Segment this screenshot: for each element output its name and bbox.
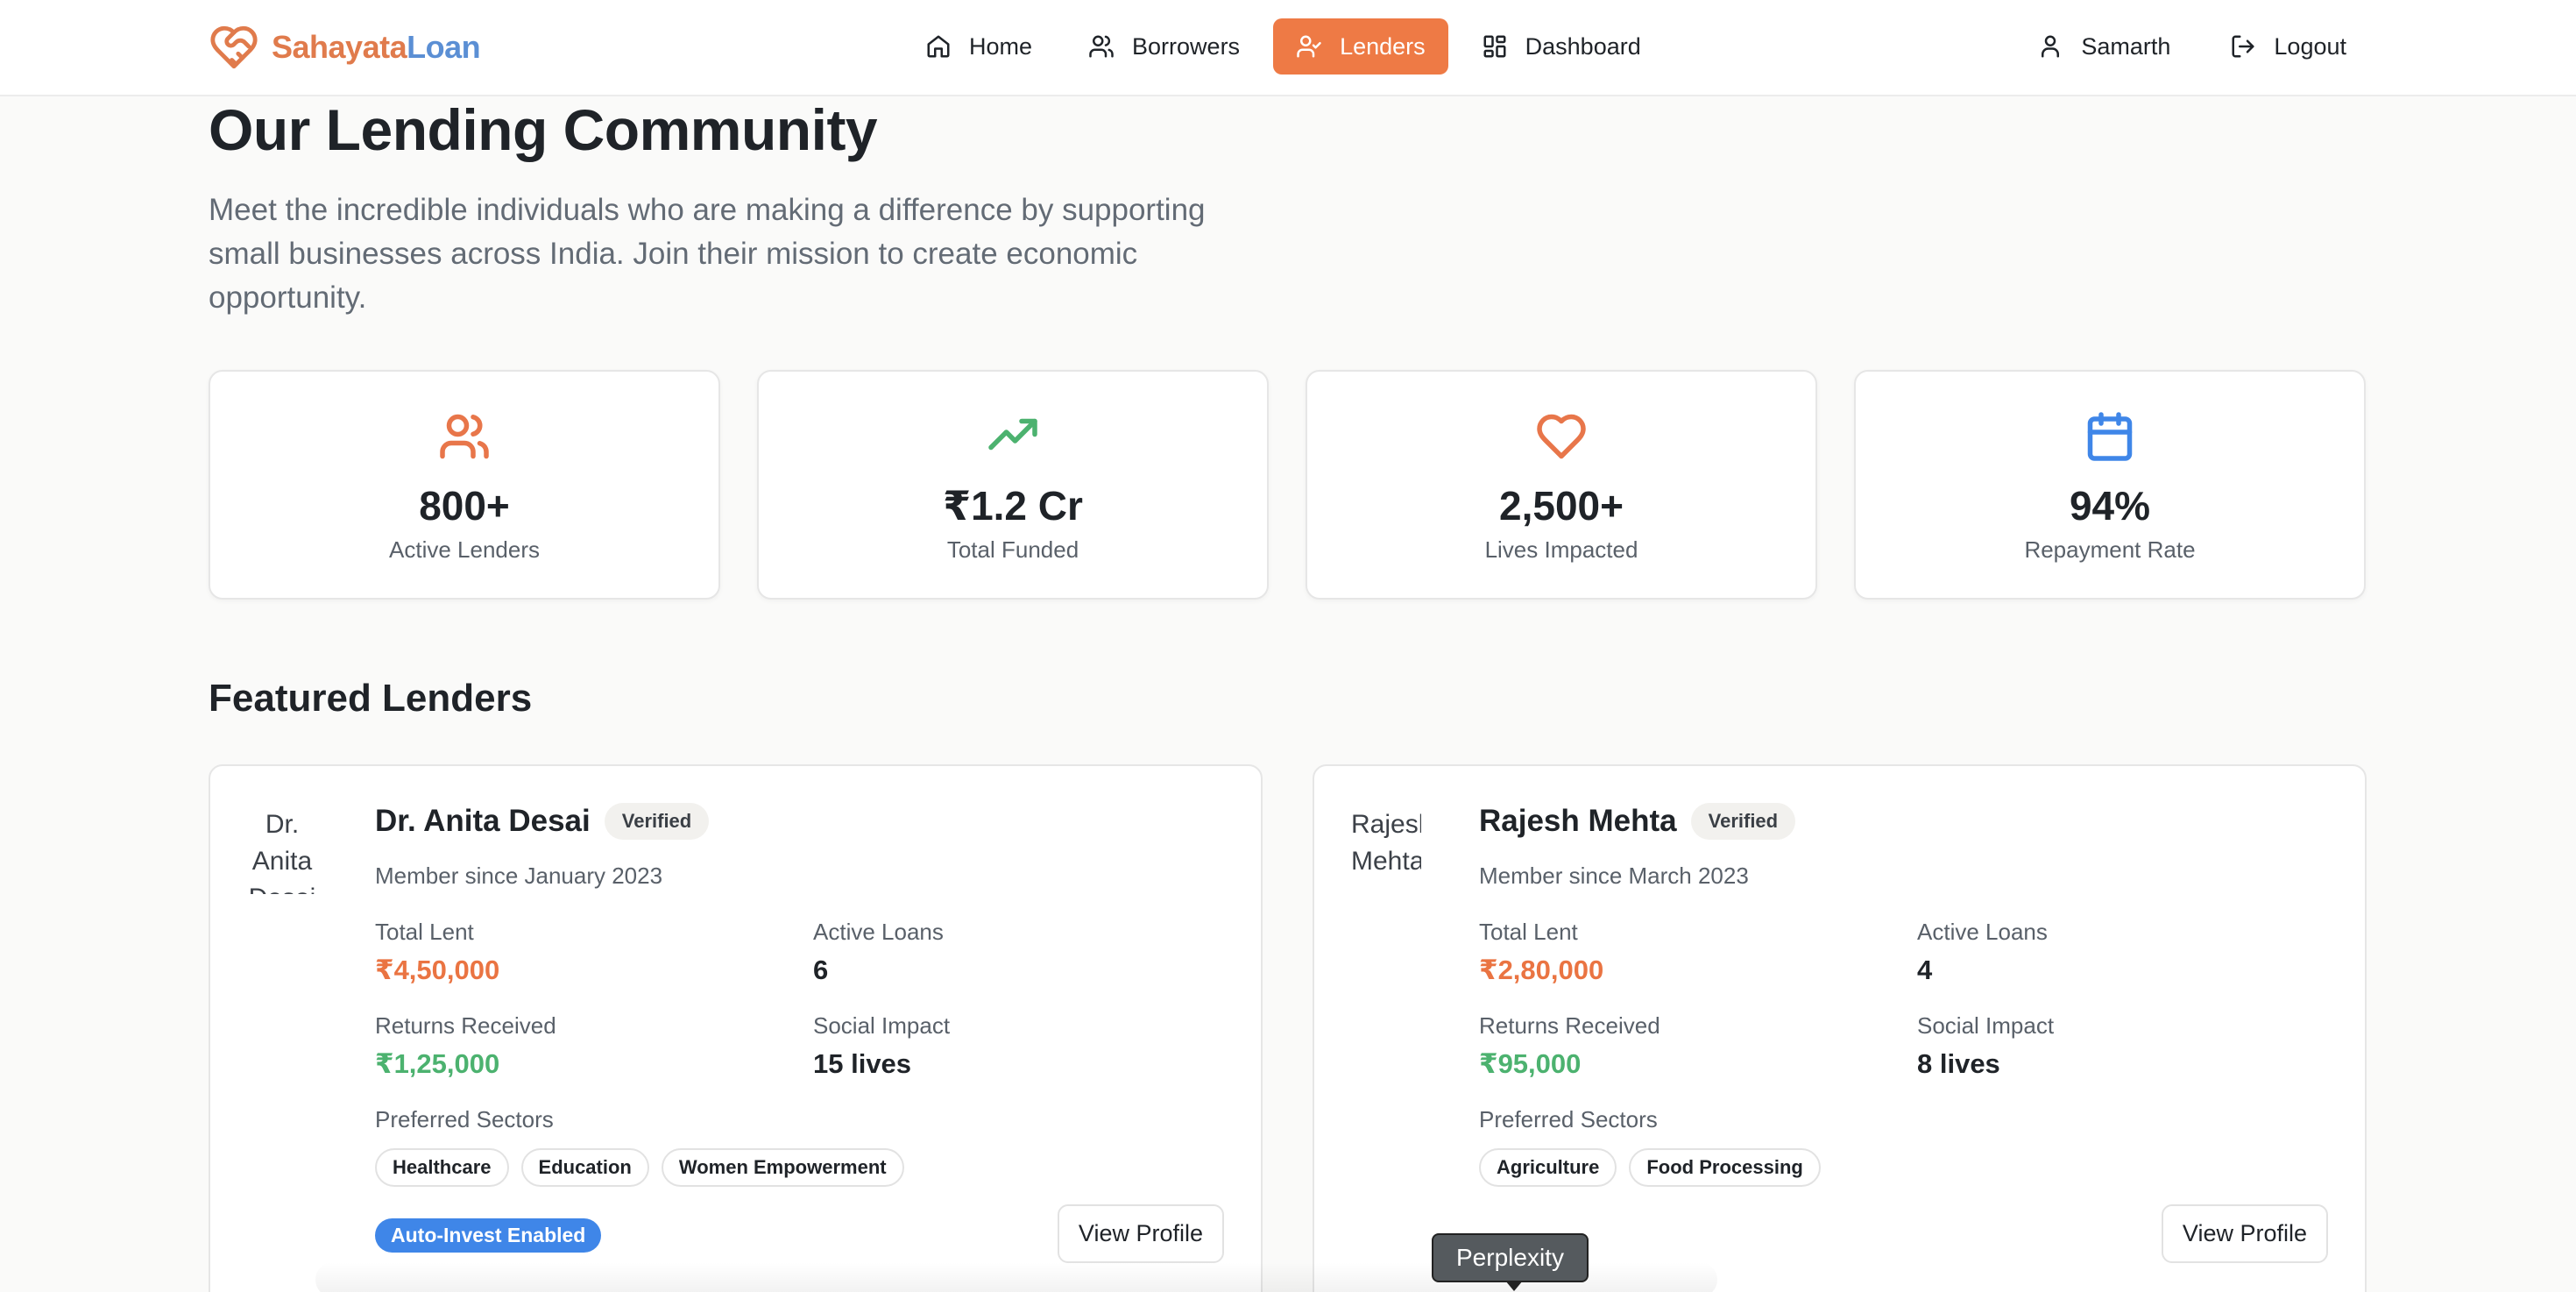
stat-label: Active Lenders [389,536,540,563]
brand-name-part2: Loan [407,29,481,65]
heart-icon [1537,414,1586,459]
preferred-sectors-label: Preferred Sectors [375,1106,554,1132]
metric-label: Returns Received [375,1012,556,1039]
stats-row: 800+ Active Lenders ₹1.2 Cr Total Funded… [209,370,2366,600]
stat-value: 94% [2069,483,2151,529]
stat-card-active-lenders: 800+ Active Lenders [209,370,720,600]
stat-value: 2,500+ [1499,483,1624,529]
metric-value: ₹4,50,000 [375,955,500,985]
metric-label: Total Lent [1479,919,1578,945]
user-icon [2042,35,2060,58]
lender-card-rajesh-mehta: Rajesh Mehta Rajesh Mehta Verified Membe… [1313,764,2367,1292]
sector-chip: Food Processing [1629,1148,1821,1187]
avatar: Dr. Anita Desai [249,810,316,894]
verified-badge: Verified [604,803,710,840]
stat-label: Repayment Rate [2024,536,2196,563]
lender-name-row: Dr. Anita Desai Verified [375,803,710,840]
brand-logo-link[interactable]: SahayataLoan [209,21,481,74]
metric-label: Active Loans [813,919,944,945]
nav-home-label: Home [969,32,1033,60]
stat-card-repayment-rate: 94% Repayment Rate [1854,370,2366,600]
home-icon [927,35,950,58]
user-name: Samarth [2081,32,2171,60]
metric-label: Total Lent [375,919,474,945]
user-profile-link[interactable]: Samarth [2014,18,2193,75]
lender-name: Dr. Anita Desai [375,804,591,838]
metric-value: ₹95,000 [1479,1048,1582,1079]
metric-value: 8 lives [1917,1048,2000,1079]
nav-lenders[interactable]: Lenders [1273,18,1448,75]
heart-handshake-icon [210,25,258,69]
stat-value: 800+ [419,483,510,529]
stat-card-lives-impacted: 2,500+ Lives Impacted [1306,370,1817,600]
sector-chips: Agriculture Food Processing [1479,1148,1821,1187]
metric-social-impact: Social Impact 8 lives [1917,1012,2054,1080]
metric-total-lent: Total Lent ₹2,80,000 [1479,919,1603,986]
nav-borrowers-label: Borrowers [1132,32,1241,60]
metric-active-loans: Active Loans 4 [1917,919,2048,986]
page-title: Our Lending Community [209,97,878,162]
brand-name: SahayataLoan [272,29,481,66]
nav-home[interactable]: Home [902,18,1055,75]
dashboard-icon [1483,35,1506,58]
metric-returns-received: Returns Received ₹95,000 [1479,1012,1660,1080]
metric-value: ₹1,25,000 [375,1048,500,1079]
user-nav: Samarth Logout [2014,18,2369,75]
metric-label: Social Impact [1917,1012,2055,1039]
metric-value: 6 [813,955,829,985]
page-intro: Meet the incredible individuals who are … [209,193,1206,315]
metric-value: 4 [1917,955,1933,985]
member-since: Member since January 2023 [375,863,663,889]
main-nav: Home Borrowers Lenders Dashboard [902,18,1664,75]
metric-value: ₹2,80,000 [1479,955,1604,985]
metric-total-lent: Total Lent ₹4,50,000 [375,919,499,986]
nav-dashboard-label: Dashboard [1525,32,1641,60]
auto-invest-badge: Auto-Invest Enabled [375,1218,602,1253]
metric-label: Returns Received [1479,1012,1660,1039]
brand-name-part1: Sahayata [272,29,407,65]
nav-dashboard[interactable]: Dashboard [1459,18,1664,75]
calendar-icon [2087,412,2133,461]
member-since: Member since March 2023 [1479,863,1749,889]
sector-chip: Agriculture [1479,1148,1617,1187]
top-navbar: SahayataLoan Home Borrowers Lenders Dash… [0,0,2576,96]
user-check-icon [1297,35,1321,58]
metric-value: 15 lives [813,1048,912,1079]
stat-label: Lives Impacted [1484,536,1638,563]
metric-returns-received: Returns Received ₹1,25,000 [375,1012,556,1080]
lender-card-anita-desai: Dr. Anita Desai Dr. Anita Desai Verified… [209,764,1263,1292]
verified-badge: Verified [1690,803,1796,840]
lender-name-row: Rajesh Mehta Verified [1479,803,1796,840]
sector-chip: Healthcare [375,1148,509,1187]
nav-borrowers[interactable]: Borrowers [1065,18,1263,75]
tooltip: Perplexity [1432,1233,1589,1291]
logout-button[interactable]: Logout [2207,18,2369,75]
sector-chip: Women Empowerment [661,1148,904,1187]
sector-chip: Education [520,1148,649,1187]
view-profile-button[interactable]: View Profile [1057,1204,1224,1263]
trending-up-icon [988,418,1037,451]
featured-lenders-title: Featured Lenders [209,677,533,720]
metric-label: Social Impact [813,1012,951,1039]
metric-active-loans: Active Loans 6 [813,919,944,986]
avatar: Rajesh Mehta [1351,810,1421,876]
lender-name: Rajesh Mehta [1479,804,1677,838]
logout-label: Logout [2274,32,2346,60]
logout-icon [2232,35,2254,58]
users-icon [1089,35,1114,58]
stat-card-total-funded: ₹1.2 Cr Total Funded [757,370,1269,600]
nav-lenders-label: Lenders [1340,32,1426,60]
stat-label: Total Funded [946,536,1079,563]
metric-social-impact: Social Impact 15 lives [813,1012,950,1080]
view-profile-button[interactable]: View Profile [2161,1204,2328,1263]
preferred-sectors-label: Preferred Sectors [1479,1106,1658,1132]
stat-value: ₹1.2 Cr [943,483,1083,529]
sector-chips: Healthcare Education Women Empowerment [375,1148,904,1187]
metric-label: Active Loans [1917,919,2048,945]
users-icon [440,414,489,459]
